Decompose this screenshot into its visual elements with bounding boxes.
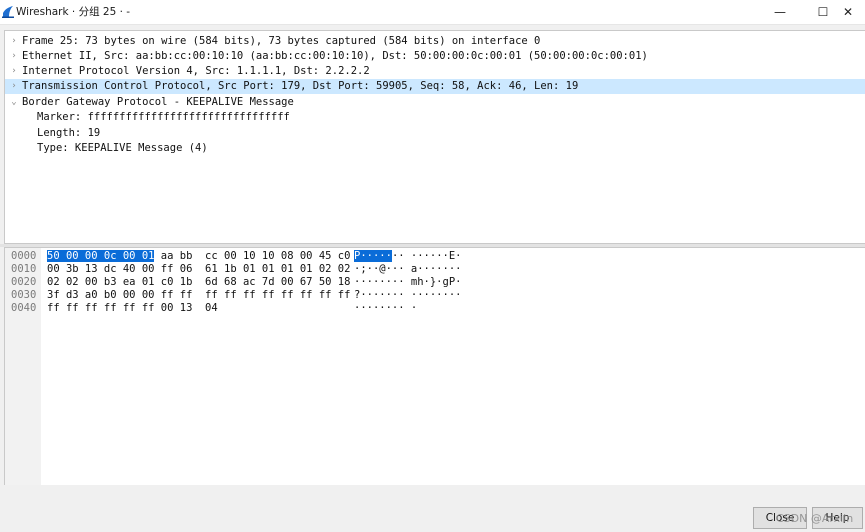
hex-bytes[interactable]: 02 02 00 b3 ea 01 c0 1b 6d 68 ac 7d 00 6… [47, 276, 350, 288]
tree-row-ethernet[interactable]: › Ethernet II, Src: aa:bb:cc:00:10:10 (a… [5, 49, 865, 64]
hex-bytes[interactable]: 00 3b 13 dc 40 00 ff 06 61 1b 01 01 01 0… [47, 263, 350, 275]
close-window-button[interactable]: ✕ [831, 0, 865, 24]
chevron-right-icon[interactable]: › [9, 64, 19, 79]
dialog-button-bar [0, 485, 865, 532]
hex-bytes[interactable]: 3f d3 a0 b0 00 00 ff ff ff ff ff ff ff f… [47, 289, 350, 301]
ascii-line[interactable]: ?······· ········ [354, 289, 461, 302]
byte-offset: 0030 [11, 289, 37, 301]
chevron-down-icon[interactable]: ⌄ [9, 95, 19, 110]
tree-row-label: Ethernet II, Src: aa:bb:cc:00:10:10 (aa:… [22, 50, 648, 62]
chevron-right-icon[interactable]: › [9, 49, 19, 64]
hex-bytes[interactable]: ff ff ff ff ff ff 00 13 04 [47, 302, 218, 314]
tree-row-label: Transmission Control Protocol, Src Port:… [22, 80, 579, 92]
byte-offset: 0010 [11, 263, 37, 275]
chevron-right-icon[interactable]: › [9, 34, 19, 49]
hex-line[interactable]: 50 00 00 0c 00 01 aa bb cc 00 10 10 08 0… [47, 250, 350, 263]
hex-line[interactable]: ff ff ff ff ff ff 00 13 04 [47, 302, 218, 315]
tree-row-bgp-marker[interactable]: Marker: ffffffffffffffffffffffffffffffff [5, 110, 865, 125]
ascii-bytes[interactable]: ·;··@··· a······· [354, 263, 461, 275]
ascii-line[interactable]: ·;··@··· a······· [354, 263, 461, 276]
watermark: CSDN @Arxiln [776, 512, 854, 525]
tree-child-label: Marker: ffffffffffffffffffffffffffffffff [37, 111, 290, 123]
hex-bytes[interactable]: aa bb cc 00 10 10 08 00 45 c0 [154, 250, 351, 262]
hex-line[interactable]: 00 3b 13 dc 40 00 ff 06 61 1b 01 01 01 0… [47, 263, 350, 276]
tree-row-bgp[interactable]: ⌄ Border Gateway Protocol - KEEPALIVE Me… [5, 95, 865, 110]
tree-child-label: Length: 19 [37, 127, 101, 139]
hex-selection[interactable]: 50 00 00 0c 00 01 [47, 250, 155, 262]
title-bar: Wireshark · 分组 25 · - — ☐ ✕ [0, 0, 865, 25]
tree-row-label: Border Gateway Protocol - KEEPALIVE Mess… [22, 96, 294, 108]
tree-row-label: Internet Protocol Version 4, Src: 1.1.1.… [22, 65, 370, 77]
packet-bytes-pane[interactable]: 0000 50 00 00 0c 00 01 aa bb cc 00 10 10… [4, 247, 865, 486]
ascii-bytes[interactable]: ········ · [354, 302, 417, 314]
tree-row-label: Frame 25: 73 bytes on wire (584 bits), 7… [22, 35, 541, 47]
byte-offset: 0040 [11, 302, 37, 314]
tree-child-label: Type: KEEPALIVE Message (4) [37, 142, 208, 154]
ascii-line[interactable]: ········ mh·}·gP· [354, 276, 461, 289]
tree-row-bgp-type[interactable]: Type: KEEPALIVE Message (4) [5, 141, 865, 156]
ascii-selection[interactable]: P····· [354, 250, 392, 262]
tree-row-bgp-length[interactable]: Length: 19 [5, 126, 865, 141]
minimize-button[interactable]: — [763, 0, 797, 24]
ascii-bytes[interactable]: ········ mh·}·gP· [354, 276, 461, 288]
tree-row-tcp[interactable]: › Transmission Control Protocol, Src Por… [5, 79, 865, 94]
hex-line[interactable]: 02 02 00 b3 ea 01 c0 1b 6d 68 ac 7d 00 6… [47, 276, 350, 289]
byte-offset: 0000 [11, 250, 37, 262]
window-title: Wireshark · 分组 25 · - [16, 6, 131, 18]
wireshark-fin-icon [2, 6, 14, 18]
ascii-bytes[interactable]: ·· ······E· [392, 250, 462, 262]
tree-row-ipv4[interactable]: › Internet Protocol Version 4, Src: 1.1.… [5, 64, 865, 79]
chevron-right-icon[interactable]: › [9, 79, 19, 94]
tree-row-frame[interactable]: › Frame 25: 73 bytes on wire (584 bits),… [5, 34, 865, 49]
hex-line[interactable]: 3f d3 a0 b0 00 00 ff ff ff ff ff ff ff f… [47, 289, 350, 302]
ascii-bytes[interactable]: ?······· ········ [354, 289, 461, 301]
ascii-line[interactable]: P······· ······E· [354, 250, 461, 263]
byte-offset: 0020 [11, 276, 37, 288]
ascii-line[interactable]: ········ · [354, 302, 417, 315]
packet-detail-pane[interactable]: › Frame 25: 73 bytes on wire (584 bits),… [4, 30, 865, 244]
